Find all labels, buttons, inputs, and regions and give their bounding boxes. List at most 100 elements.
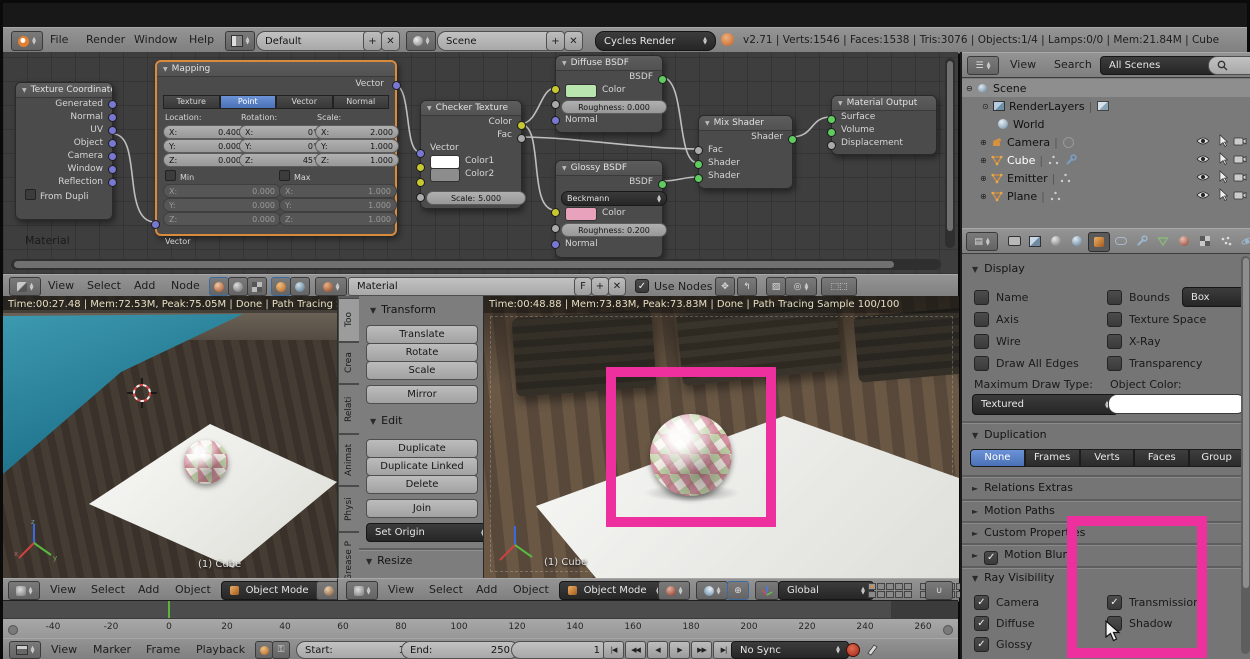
from-dupli-row[interactable]: From Dupli xyxy=(16,189,112,202)
location-x-field[interactable]: X:0.400 xyxy=(163,125,247,139)
transform-orientation-select[interactable]: Global xyxy=(778,581,874,600)
tab-animation[interactable]: Animat xyxy=(338,434,359,486)
socket-checker-color1-in[interactable] xyxy=(416,163,425,172)
ne-menu-select[interactable]: Select xyxy=(87,279,121,292)
edit-panel-header[interactable]: Edit xyxy=(370,414,402,427)
viewport-left[interactable]: Time:00:27.48 | Mem:72.53M, Peak:75.05M … xyxy=(3,296,337,578)
tab-point[interactable]: Point xyxy=(220,95,277,109)
jump-to-start-button[interactable]: |◀ xyxy=(603,641,624,659)
max-draw-type-select[interactable]: Textured xyxy=(972,394,1118,415)
dup-frames-button[interactable]: Frames xyxy=(1025,449,1080,467)
min-y-field[interactable]: Y:0.000 xyxy=(163,198,281,212)
bounds-toggle[interactable]: Bounds xyxy=(1107,290,1170,305)
max-toggle[interactable]: Max xyxy=(279,170,311,182)
current-frame-field[interactable]: 1 xyxy=(511,641,609,659)
v3d-menu-add[interactable]: Add xyxy=(476,583,497,596)
socket-diffuse-roughness-in[interactable] xyxy=(551,100,560,109)
tab-world-icon[interactable] xyxy=(1067,232,1087,250)
next-keyframe-button[interactable]: ▶▶ xyxy=(691,641,712,659)
scene-close-button[interactable]: ✕ xyxy=(564,31,583,51)
properties-scrollbar[interactable] xyxy=(1241,256,1250,654)
record-button[interactable] xyxy=(846,643,860,657)
object-nodes-icon[interactable] xyxy=(228,277,248,296)
color2-swatch[interactable] xyxy=(430,168,460,182)
selectable-cursor-icon[interactable] xyxy=(1218,188,1228,204)
ol-menu-search[interactable]: Search xyxy=(1054,58,1092,71)
menu-help[interactable]: Help xyxy=(189,33,214,46)
axis-toggle[interactable]: Axis xyxy=(974,312,1019,327)
eye-icon[interactable] xyxy=(1196,190,1210,203)
socket-mix-shader2-in[interactable] xyxy=(694,174,703,183)
disclosure-icon[interactable]: ⊙ xyxy=(982,102,992,111)
pin-icon[interactable]: ✥ xyxy=(715,277,735,296)
material-add-button[interactable]: + xyxy=(591,277,609,296)
scene-add-button[interactable]: + xyxy=(546,31,565,51)
scale-y-field[interactable]: Y:1.000 xyxy=(315,139,399,153)
v3d-menu-view[interactable]: View xyxy=(50,583,76,596)
delete-button[interactable]: Delete xyxy=(366,475,478,494)
socket-mix-shader1-in[interactable] xyxy=(694,160,703,169)
menu-render[interactable]: Render xyxy=(86,33,125,46)
ne-menu-add[interactable]: Add xyxy=(134,279,155,292)
layout-name-field[interactable]: Default xyxy=(256,31,378,51)
socket-window[interactable] xyxy=(108,165,117,174)
dup-group-button[interactable]: Group xyxy=(1189,449,1244,467)
tl-menu-playback[interactable]: Playback xyxy=(196,643,245,656)
display-mode-select[interactable]: All Scenes xyxy=(1100,56,1222,75)
rotation-y-field[interactable]: Y:0° xyxy=(239,139,323,153)
tab-modifiers-icon[interactable] xyxy=(1132,232,1152,250)
backdrop-icon[interactable]: ▨ xyxy=(766,277,786,296)
scale-z-field[interactable]: Z:1.000 xyxy=(315,153,399,167)
tab-scene-icon[interactable] xyxy=(1046,232,1066,250)
tl-menu-marker[interactable]: Marker xyxy=(93,643,131,656)
node-editor[interactable]: Texture Coordinate Generated Normal UV O… xyxy=(3,52,958,274)
glossy-distribution-select[interactable]: Beckmann xyxy=(561,191,667,206)
editor-type-selector[interactable] xyxy=(9,641,41,659)
viewport-shading-select[interactable] xyxy=(658,581,690,600)
dup-faces-button[interactable]: Faces xyxy=(1134,449,1189,467)
v3d-menu-add[interactable]: Add xyxy=(138,583,159,596)
socket-reflection[interactable] xyxy=(108,178,117,187)
socket-checker-vector-in[interactable] xyxy=(416,149,425,158)
tab-texture-icon[interactable] xyxy=(1195,232,1215,250)
render-shortcut-icons[interactable]: ⬚⬚ xyxy=(821,277,857,296)
timeline-tracks[interactable] xyxy=(3,600,958,619)
keying-set-icon[interactable] xyxy=(865,642,879,656)
tab-tools[interactable]: Too xyxy=(338,298,359,342)
material-browse-icon[interactable] xyxy=(315,277,347,296)
outliner-row-camera[interactable]: ⊕ Camera | xyxy=(962,133,1250,151)
use-nodes-toggle[interactable]: ✓ Use Nodes xyxy=(635,279,713,293)
tab-render-icon[interactable] xyxy=(1004,232,1024,250)
name-toggle[interactable]: Name xyxy=(974,290,1028,305)
ray-diffuse-toggle[interactable]: ✓Diffuse xyxy=(974,616,1035,631)
viewport-right[interactable]: Time:00:48.88 | Mem:73.83M, Peak:73.83M … xyxy=(483,296,959,578)
max-y-field[interactable]: Y:1.000 xyxy=(279,198,397,212)
eye-icon[interactable] xyxy=(1196,154,1210,167)
glossy-color-swatch[interactable] xyxy=(565,207,597,221)
node-mix-shader[interactable]: Mix Shader Shader Fac Shader Shader xyxy=(698,115,793,189)
mode-select[interactable]: Object Mode xyxy=(559,581,669,600)
socket-output-volume-in[interactable] xyxy=(827,128,836,137)
menu-file[interactable]: File xyxy=(50,33,68,46)
renderable-icon[interactable] xyxy=(1233,136,1247,149)
socket-glossy-color-in[interactable] xyxy=(551,208,560,217)
socket-mapping-vector-in[interactable] xyxy=(151,220,160,229)
socket-object[interactable] xyxy=(108,139,117,148)
ol-menu-view[interactable]: View xyxy=(1010,58,1036,71)
socket-diffuse-normal-in[interactable] xyxy=(551,116,560,125)
ray-visibility-panel-header[interactable]: Ray Visibility xyxy=(972,571,1054,584)
disclosure-icon[interactable]: ⊕ xyxy=(980,174,990,183)
tab-particles-icon[interactable] xyxy=(1216,232,1236,250)
prev-keyframe-button[interactable]: ◀◀ xyxy=(625,641,646,659)
mode-select[interactable]: Object Mode xyxy=(221,581,331,600)
scroller-left-handle[interactable] xyxy=(8,625,18,635)
editor-type-selector[interactable] xyxy=(346,581,378,600)
node-mapping[interactable]: Mapping Vector Texture Point Vector Norm… xyxy=(155,60,397,236)
set-origin-select[interactable]: Set Origin xyxy=(366,523,494,542)
world-nodes-icon[interactable] xyxy=(290,277,310,296)
scene-selector-icon[interactable] xyxy=(406,31,436,51)
scale-x-field[interactable]: X:2.000 xyxy=(315,125,399,139)
outliner-row-scene[interactable]: ⊖ Scene xyxy=(962,79,1250,97)
tl-menu-view[interactable]: View xyxy=(51,643,77,656)
ne-menu-view[interactable]: View xyxy=(48,279,74,292)
